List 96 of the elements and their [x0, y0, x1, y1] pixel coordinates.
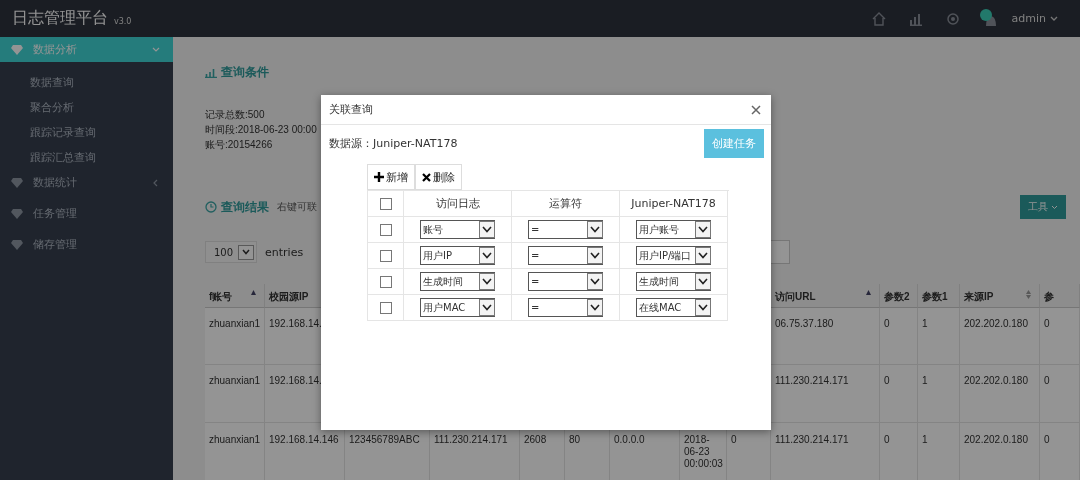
- hint-text: 右键可联: [277, 200, 317, 214]
- data-source-label: 数据源：Juniper-NAT178: [329, 135, 458, 151]
- caret-icon: [482, 304, 492, 311]
- select-field[interactable]: =: [528, 272, 603, 291]
- caret-icon: [698, 278, 708, 285]
- table-cell: 111.230.214.171: [771, 365, 880, 423]
- bar-chart-icon: [205, 66, 217, 78]
- checkbox[interactable]: [379, 197, 392, 210]
- caret-icon: [482, 252, 492, 259]
- column-header[interactable]: 访问URL: [775, 291, 816, 302]
- table-cell: 0: [880, 308, 918, 365]
- tools-button[interactable]: 工具: [1020, 195, 1066, 219]
- table-cell: 202.202.0.180: [960, 308, 1040, 365]
- settings-icon[interactable]: [945, 11, 960, 26]
- sidebar-subitem[interactable]: 聚合分析: [0, 95, 173, 120]
- select-field[interactable]: 生成时间: [636, 272, 711, 291]
- caret-icon: [590, 304, 600, 311]
- table-cell: 1: [918, 308, 960, 365]
- select-field[interactable]: 在线MAC: [636, 298, 711, 317]
- user-menu[interactable]: admin: [1011, 12, 1058, 25]
- select-field[interactable]: 用户IP: [420, 246, 495, 265]
- clock-icon: [205, 201, 217, 213]
- table-cell: 202.202.0.180: [960, 365, 1040, 423]
- diamond-icon: [10, 238, 24, 251]
- entries-label: entries: [265, 245, 304, 259]
- column-header[interactable]: 参数1: [922, 291, 948, 302]
- caret-icon: [698, 226, 708, 233]
- table-cell: 0: [1040, 308, 1080, 365]
- caret-icon: [590, 278, 600, 285]
- table-cell: 202.202.0.180: [960, 423, 1040, 480]
- cross-icon: [422, 172, 431, 182]
- info-line: 时间段:2018-06-23 00:00: [205, 123, 317, 137]
- column-header: 访问日志: [404, 191, 512, 217]
- select-field[interactable]: 用户MAC: [420, 298, 495, 317]
- select-field[interactable]: =: [528, 246, 603, 265]
- info-line: 账号:20154266: [205, 138, 273, 152]
- sidebar-subitem[interactable]: 数据查询: [0, 70, 173, 95]
- table-cell: 1: [918, 365, 960, 423]
- checkbox[interactable]: [379, 301, 392, 314]
- add-button[interactable]: 新增: [367, 164, 415, 190]
- caret-icon: [590, 226, 600, 233]
- diamond-icon: [10, 176, 24, 189]
- select-field[interactable]: 用户账号: [636, 220, 711, 239]
- table-cell: 1: [918, 423, 960, 480]
- checkbox[interactable]: [379, 223, 392, 236]
- select-field[interactable]: 账号: [420, 220, 495, 239]
- sort-up-icon[interactable]: [866, 290, 871, 295]
- caret-icon: [242, 249, 250, 255]
- dialog-title: 关联查询: [329, 102, 373, 117]
- select-field[interactable]: 生成时间: [420, 272, 495, 291]
- column-header: 运算符: [512, 191, 620, 217]
- page-size-select[interactable]: 100: [205, 241, 257, 263]
- column-header[interactable]: 参: [1044, 291, 1054, 302]
- home-icon[interactable]: [871, 11, 886, 26]
- column-header[interactable]: 校园源IP: [269, 291, 309, 302]
- caret-icon: [698, 252, 708, 259]
- table-cell: 111.230.214.171: [771, 423, 880, 480]
- table-cell: zhuanxian1: [205, 308, 265, 365]
- column-header[interactable]: 来源IP: [964, 291, 994, 302]
- bar-chart-icon[interactable]: [908, 11, 923, 26]
- table-cell: 0: [1040, 365, 1080, 423]
- version-label: v3.0: [114, 17, 132, 26]
- close-icon[interactable]: [751, 104, 761, 115]
- table-cell: 0: [880, 365, 918, 423]
- table-cell: zhuanxian1: [205, 423, 265, 480]
- select-field[interactable]: =: [528, 220, 603, 239]
- info-line: 记录总数:500: [205, 108, 265, 122]
- caret-icon: [482, 278, 492, 285]
- sidebar-item[interactable]: 数据统计: [0, 170, 173, 195]
- delete-button[interactable]: 删除: [415, 164, 462, 190]
- caret-icon: [698, 304, 708, 311]
- table-cell: 192.168.14.146: [265, 423, 345, 480]
- table-cell: 0: [1040, 423, 1080, 480]
- table-cell: zhuanxian1: [205, 365, 265, 423]
- select-field[interactable]: =: [528, 298, 603, 317]
- diamond-icon: [10, 43, 24, 56]
- sort-up-icon[interactable]: [251, 290, 256, 295]
- caret-icon: [590, 252, 600, 259]
- column-header[interactable]: 参数2: [884, 291, 910, 302]
- table-cell: 06.75.37.180: [771, 308, 880, 365]
- table-cell: 0: [880, 423, 918, 480]
- select-field[interactable]: 用户IP/端口: [636, 246, 711, 265]
- checkbox[interactable]: [379, 249, 392, 262]
- sidebar-item[interactable]: 任务管理: [0, 201, 173, 226]
- column-header: Juniper-NAT178: [620, 191, 728, 217]
- caret-icon: [1051, 204, 1058, 210]
- section-title: 查询结果: [221, 198, 269, 216]
- column-header[interactable]: f账号: [209, 291, 233, 302]
- caret-icon: [1050, 15, 1058, 22]
- caret-icon: [482, 226, 492, 233]
- sidebar-item[interactable]: 储存管理: [0, 232, 173, 257]
- checkbox[interactable]: [379, 275, 392, 288]
- plus-icon: [374, 172, 384, 182]
- section-title: 查询条件: [221, 63, 269, 81]
- app-title: 日志管理平台: [12, 8, 108, 29]
- diamond-icon: [10, 207, 24, 220]
